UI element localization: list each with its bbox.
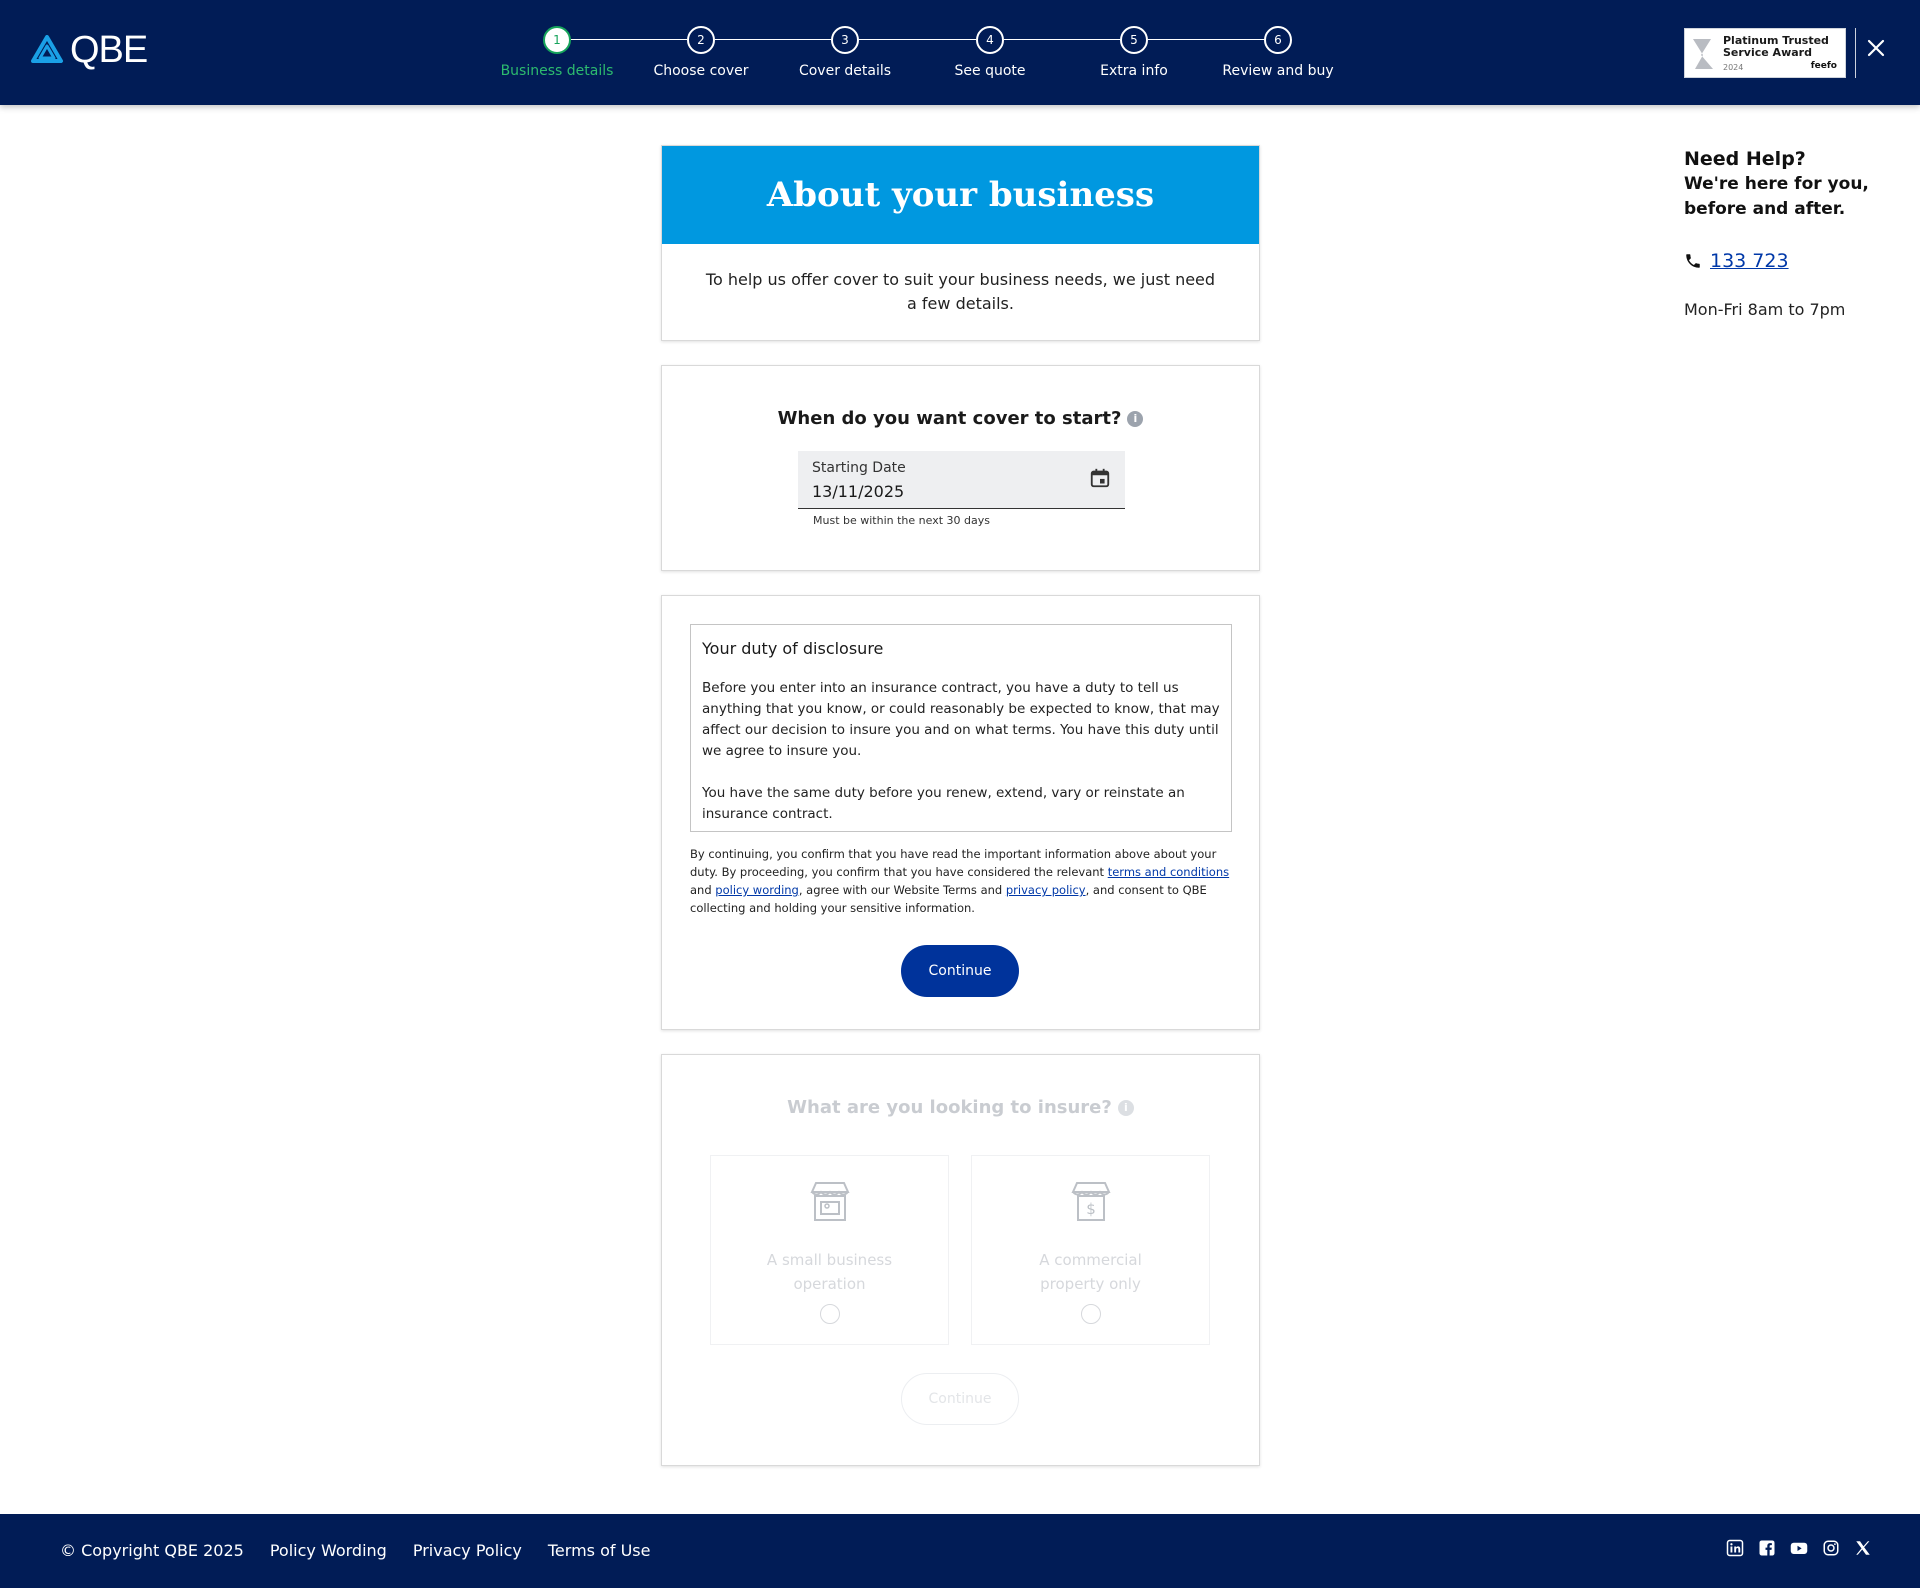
starting-date-input[interactable] <box>812 482 1072 501</box>
step-number: 4 <box>976 26 1004 54</box>
option-radio[interactable] <box>819 1304 840 1324</box>
step-extra-info[interactable]: 5 Extra info <box>1054 26 1214 79</box>
x-icon[interactable] <box>1854 1539 1872 1557</box>
step-choose-cover[interactable]: 2 Choose cover <box>621 26 781 79</box>
help-phone-link[interactable]: 133 723 <box>1710 250 1789 272</box>
option-label: A commercial property only <box>1039 1251 1142 1293</box>
progress-stepper: 1 Business details 2 Choose cover 3 Cove… <box>0 0 1920 105</box>
consent-text: By continuing, you confirm that you have… <box>690 845 1235 917</box>
award-title: Platinum Trusted Service Award <box>1723 34 1829 59</box>
linkedin-icon[interactable] <box>1726 1539 1744 1557</box>
calendar-icon[interactable] <box>1089 467 1111 489</box>
step-label: Choose cover <box>653 63 749 79</box>
step-label: Business details <box>500 63 614 79</box>
site-header: QBE 1 Business details 2 Choose cover 3 … <box>0 0 1920 105</box>
consent-text-part: and <box>690 883 716 897</box>
option-small-business[interactable]: A small business operation <box>710 1155 949 1345</box>
footer-links: © Copyright QBE 2025 Policy Wording Priv… <box>60 1541 650 1560</box>
privacy-policy-link[interactable]: privacy policy <box>1006 883 1086 897</box>
insure-question: What are you looking to insure? i <box>662 1097 1259 1118</box>
step-label: Extra info <box>1100 63 1168 79</box>
question-text: When do you want cover to start? <box>777 408 1122 429</box>
copyright-text: © Copyright QBE 2025 <box>60 1541 244 1560</box>
option-commercial-property[interactable]: $ A commercial property only <box>971 1155 1210 1345</box>
instagram-icon[interactable] <box>1822 1539 1840 1557</box>
info-icon[interactable]: i <box>1117 1100 1134 1116</box>
disclosure-paragraph: Before you enter into an insurance contr… <box>702 680 1220 759</box>
intro-card: About your business To help us offer cov… <box>661 145 1260 341</box>
step-label: See quote <box>954 63 1026 79</box>
step-number: 5 <box>1120 26 1148 54</box>
disclosure-paragraph: You have the same duty before you renew,… <box>702 785 1185 822</box>
disclosure-card: Your duty of disclosure Before you enter… <box>661 595 1260 1030</box>
footer-link-privacy-policy[interactable]: Privacy Policy <box>413 1541 522 1560</box>
intro-text: To help us offer cover to suit your busi… <box>705 270 1216 313</box>
close-icon[interactable] <box>1864 36 1888 60</box>
info-icon[interactable]: i <box>1127 411 1144 427</box>
help-hours: Mon-Fri 8am to 7pm <box>1684 300 1846 319</box>
step-number: 1 <box>543 26 571 54</box>
continue-button[interactable]: Continue <box>901 945 1019 997</box>
youtube-icon[interactable] <box>1790 1539 1808 1557</box>
disclosure-title: Your duty of disclosure <box>702 639 884 658</box>
start-date-card: When do you want cover to start? i Starti… <box>661 365 1260 571</box>
award-trophy-icon <box>1693 39 1713 69</box>
start-date-question: When do you want cover to start? i <box>662 408 1259 429</box>
policy-wording-link[interactable]: policy wording <box>715 883 799 897</box>
page-title: About your business <box>766 175 1155 215</box>
help-phone-row: 133 723 <box>1684 250 1904 272</box>
storefront-icon <box>809 1182 850 1221</box>
help-panel: Need Help? We're here for you, before an… <box>1684 146 1904 319</box>
social-links <box>1726 1539 1872 1557</box>
terms-and-conditions-link[interactable]: terms and conditions <box>1108 865 1229 879</box>
step-label: Review and buy <box>1222 63 1334 79</box>
step-label: Cover details <box>798 63 892 79</box>
facebook-icon[interactable] <box>1758 1539 1776 1557</box>
question-text: What are you looking to insure? <box>787 1097 1112 1118</box>
help-subtitle: We're here for you, before and after. <box>1684 174 1869 219</box>
feefo-award-badge[interactable]: Platinum Trusted Service Award 2024 feef… <box>1684 28 1846 78</box>
consent-text-part: , agree with our Website Terms and <box>798 883 1006 897</box>
step-number: 6 <box>1264 26 1292 54</box>
option-radio[interactable] <box>1080 1304 1101 1324</box>
site-footer: © Copyright QBE 2025 Policy Wording Priv… <box>0 1514 1920 1588</box>
starting-date-field[interactable]: Starting Date <box>798 451 1125 509</box>
svg-text:$: $ <box>1086 1200 1096 1218</box>
step-business-details[interactable]: 1 Business details <box>477 26 637 79</box>
footer-link-terms-of-use[interactable]: Terms of Use <box>548 1541 651 1560</box>
storefront-dollar-icon: $ <box>1070 1182 1111 1221</box>
hero-banner: About your business <box>662 146 1259 244</box>
starting-date-hint: Must be within the next 30 days <box>813 514 990 527</box>
step-number: 3 <box>831 26 859 54</box>
award-year: 2024 <box>1723 63 1744 72</box>
header-divider <box>1855 28 1856 78</box>
help-title: Need Help? <box>1684 148 1806 170</box>
continue-button-disabled[interactable]: Continue <box>901 1373 1019 1425</box>
insure-type-card: What are you looking to insure? i A small… <box>661 1054 1260 1466</box>
option-label: A small business operation <box>766 1251 893 1293</box>
award-brand: feefo <box>1810 61 1837 71</box>
starting-date-label: Starting Date <box>812 460 906 476</box>
footer-link-policy-wording[interactable]: Policy Wording <box>270 1541 387 1560</box>
step-number: 2 <box>687 26 715 54</box>
step-review-and-buy[interactable]: 6 Review and buy <box>1198 26 1358 79</box>
step-see-quote[interactable]: 4 See quote <box>910 26 1070 79</box>
step-cover-details[interactable]: 3 Cover details <box>765 26 925 79</box>
disclosure-scroll-box[interactable]: Your duty of disclosure Before you enter… <box>690 624 1232 832</box>
phone-icon <box>1686 254 1700 268</box>
